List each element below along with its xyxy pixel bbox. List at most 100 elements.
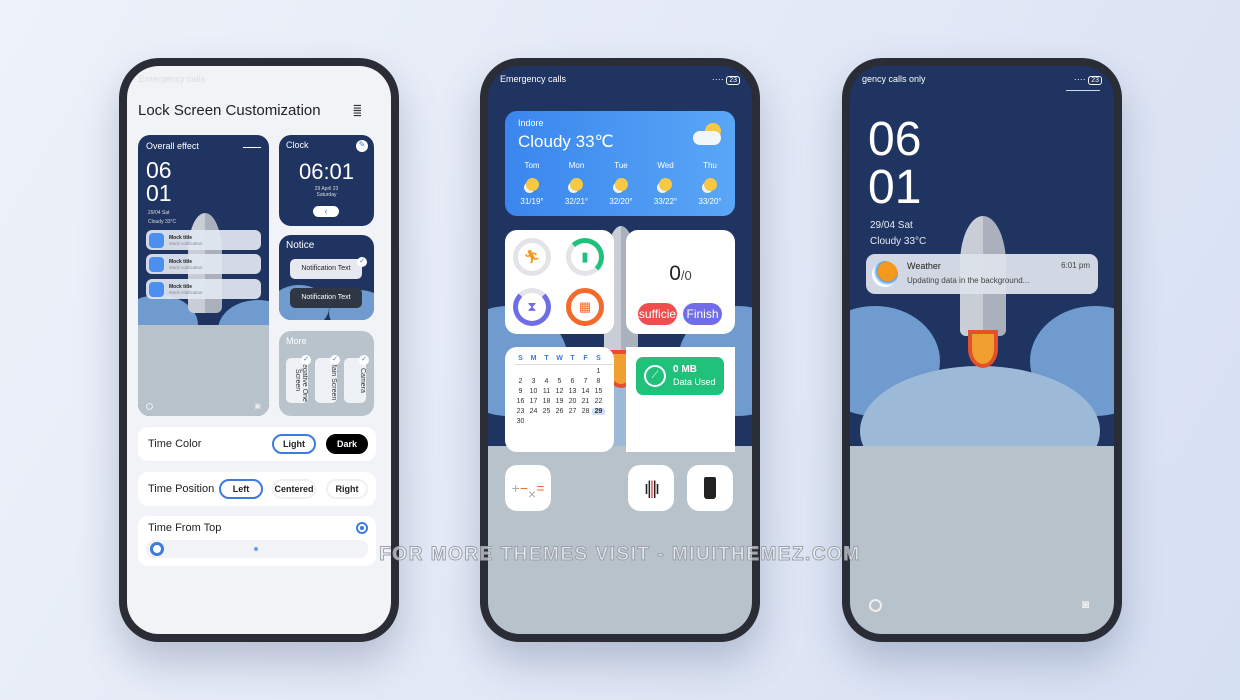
calendar-date[interactable]: 9 — [514, 388, 527, 395]
voice-recorder-app-icon[interactable]: ı| | |ı — [628, 465, 674, 511]
calendar-date[interactable]: 21 — [579, 398, 592, 405]
option-centered[interactable]: Centered — [272, 479, 316, 499]
overall-effect-card[interactable]: Overall effect 06 01 29/04 Sat Cloudy 33°C… — [138, 135, 269, 416]
card-label: Notice — [286, 240, 315, 251]
calendar-date[interactable]: 7 — [579, 378, 592, 385]
partly-cloudy-icon — [703, 178, 717, 191]
calendar-date[interactable]: 12 — [553, 388, 566, 395]
forecast-temp: 31/19° — [520, 197, 544, 206]
edit-icon[interactable]: ✎ — [356, 140, 368, 152]
time-color-row: Time Color Light Dark — [138, 427, 376, 461]
time-position-row: Time Position Left Centered Right — [138, 472, 376, 506]
finish-button[interactable]: Finish — [683, 303, 722, 325]
option-left[interactable]: Left — [219, 479, 263, 499]
calendar-date[interactable]: 19 — [553, 398, 566, 405]
calendar-date[interactable]: 27 — [566, 408, 579, 415]
battery-ring-icon[interactable]: ▮ — [566, 238, 604, 276]
calendar-date[interactable]: 23 — [514, 408, 527, 415]
counter-total: /0 — [680, 268, 692, 283]
calendar-date[interactable]: 15 — [592, 388, 605, 395]
calendar-date[interactable]: 2 — [514, 378, 527, 385]
weather-city: Indore — [518, 118, 544, 128]
day-text: Saturday — [316, 192, 337, 198]
weekday-label: W — [556, 355, 563, 362]
calculator-app-icon[interactable]: + − × = — [505, 465, 551, 511]
data-label: Data Used — [673, 377, 716, 387]
home-icon — [146, 403, 153, 410]
option-dark[interactable]: Dark — [326, 434, 368, 454]
forecast-day-label: Tue — [614, 161, 628, 170]
walking-icon[interactable]: 🏃︎ — [513, 238, 551, 276]
row-label: Time Color — [148, 438, 202, 450]
forecast-day: Tue 32/20° — [600, 161, 642, 206]
calendar-date[interactable]: 8 — [592, 378, 605, 385]
option-right[interactable]: Right — [326, 479, 368, 499]
calendar-date[interactable]: 17 — [527, 398, 540, 405]
chevron-left-icon[interactable]: ‹ — [313, 206, 339, 217]
calendar-widget[interactable]: SMTWTFS 1 2 3 4 5 6 7 8 9 10 11 12 13 14 15 16 17 18 19 20 2… — [505, 347, 614, 452]
clock-minute: 01 — [868, 161, 922, 214]
calendar-date[interactable]: 20 — [566, 398, 579, 405]
check-icon: ✓ — [357, 257, 367, 267]
calendar-date[interactable]: 26 — [553, 408, 566, 415]
calendar-date[interactable]: 25 — [540, 408, 553, 415]
shortcuts-widget: 🏃︎ ▮ ⧗ ▦ — [505, 230, 614, 334]
notice-style-dark[interactable]: Notification Text — [290, 288, 362, 308]
calendar-date[interactable]: 30 — [514, 418, 527, 425]
toggle-radio[interactable] — [356, 522, 368, 534]
insufficient-button[interactable]: sufficie — [638, 303, 677, 325]
clock-time: 06:01 — [298, 159, 355, 184]
calendar-date[interactable]: 29 — [592, 408, 605, 415]
calendar-date[interactable]: 3 — [527, 378, 540, 385]
calendar-date[interactable]: 11 — [540, 388, 553, 395]
data-usage-widget[interactable]: ⟋ 0 MB Data Used — [626, 347, 735, 452]
calendar-ring-icon[interactable]: ▦ — [566, 288, 604, 326]
partly-cloudy-icon — [659, 178, 672, 191]
speedometer-icon: ⟋ — [644, 365, 666, 387]
calendar-date[interactable]: 28 — [579, 408, 592, 415]
check-icon: ✓ — [359, 355, 369, 365]
calendar-date[interactable]: 16 — [514, 398, 527, 405]
battery-icon: 23 — [1088, 76, 1102, 85]
battery-icon: 23 — [726, 76, 740, 85]
forecast-day: Wed 33/22° — [645, 161, 687, 206]
hourglass-icon[interactable]: ⧗ — [513, 288, 551, 326]
more-card[interactable]: More Negative One Screen ✓ Main Screen ✓… — [279, 331, 374, 416]
calendar-date[interactable]: 10 — [527, 388, 540, 395]
calendar-date[interactable]: 13 — [566, 388, 579, 395]
partly-cloudy-icon — [570, 178, 583, 191]
calendar-date[interactable]: 22 — [592, 398, 605, 405]
mock-notification: Mock title Mock notification — [146, 254, 261, 274]
camera-shortcut-icon[interactable]: ◙ — [1082, 597, 1089, 611]
weekday-label: F — [583, 355, 588, 362]
weather-widget[interactable]: Indore Cloudy 33℃ Tom 31/19° Mon 32/21° Tue 3… — [505, 111, 735, 216]
calendar-date[interactable]: 4 — [540, 378, 553, 385]
weather-text: Cloudy 33°C — [870, 236, 927, 247]
card-label: Clock — [286, 140, 309, 150]
counter-value: 0 — [669, 262, 681, 285]
clock-card[interactable]: Clock ✎ 06:01 29 April 23 Saturday ‹ — [279, 135, 374, 226]
calendar-date — [553, 368, 566, 375]
card-label: More — [286, 336, 307, 346]
forecast-temp: 32/21° — [564, 197, 589, 206]
weather-notification[interactable]: Weather 6:01 pm Updating data in the bac… — [866, 254, 1098, 294]
calendar-date[interactable]: 14 — [579, 388, 592, 395]
calendar-date[interactable]: 5 — [553, 378, 566, 385]
notice-style-light[interactable]: Notification Text — [290, 259, 362, 279]
calendar-date[interactable]: 24 — [527, 408, 540, 415]
forecast-temp: 33/22° — [653, 197, 678, 206]
settings-sliders-icon[interactable]: ≡ ≡ — [353, 101, 369, 121]
data-value: 0 MB — [673, 364, 697, 375]
status-text: Emergency calls — [139, 74, 206, 84]
calendar-date[interactable]: 18 — [540, 398, 553, 405]
calendar-date[interactable]: 1 — [592, 368, 605, 375]
forecast-day-label: Wed — [657, 161, 674, 170]
check-icon: ✓ — [301, 355, 311, 365]
forecast-temp: 33/20° — [698, 197, 722, 206]
calendar-date[interactable]: 6 — [566, 378, 579, 385]
option-light[interactable]: Light — [272, 434, 316, 454]
calendar-date — [566, 368, 579, 375]
home-shortcut-icon[interactable] — [869, 599, 882, 612]
flashlight-app-icon[interactable] — [687, 465, 733, 511]
notice-card[interactable]: Notice Notification Text ✓ Notification … — [279, 235, 374, 320]
